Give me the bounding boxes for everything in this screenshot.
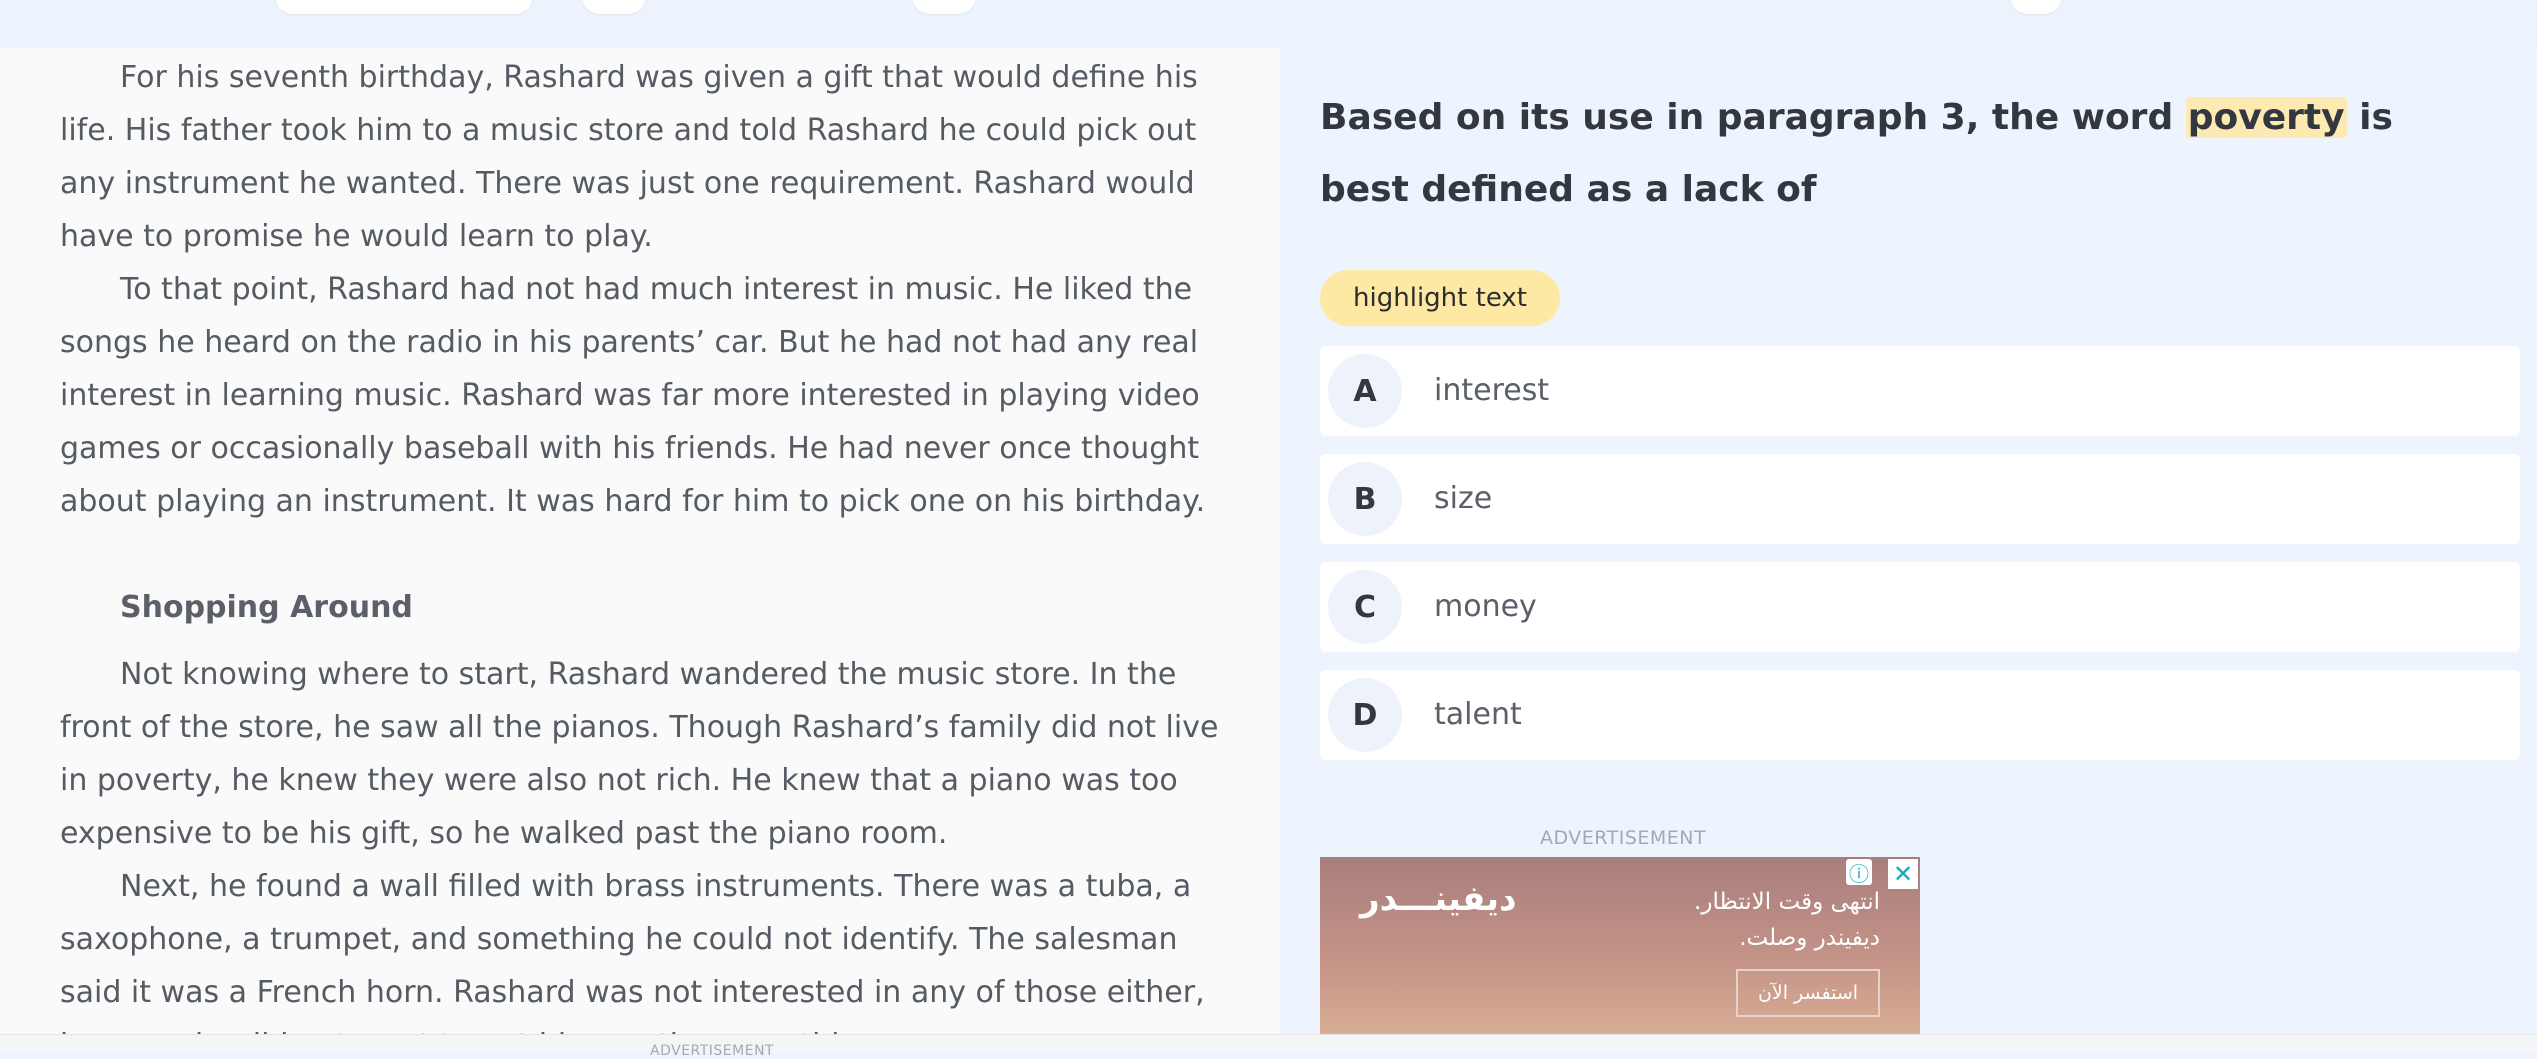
advertisement-label: ADVERTISEMENT <box>1540 827 1707 849</box>
choice-letter: C <box>1328 570 1402 644</box>
answer-choice-a[interactable]: A interest <box>1320 346 2520 436</box>
top-nav-button[interactable] <box>582 0 646 14</box>
top-nav-avatar[interactable] <box>2010 0 2062 14</box>
choice-text: interest <box>1434 373 1550 408</box>
passage-text: For his seventh birthday, Rashard was gi… <box>60 51 1220 1034</box>
answer-choice-c[interactable]: C money <box>1320 562 2520 652</box>
passage-paragraph-2: To that point, Rashard had not had much … <box>60 272 1206 519</box>
ad-subline: ديفيندر وصلت. <box>1739 925 1880 951</box>
passage-panel[interactable]: For his seventh birthday, Rashard was gi… <box>0 48 1280 1034</box>
highlight-text-button[interactable]: highlight text <box>1320 270 1560 326</box>
choice-text: money <box>1434 589 1537 624</box>
top-bar <box>0 0 2537 49</box>
choice-letter: A <box>1328 354 1402 428</box>
choice-text: size <box>1434 481 1493 516</box>
passage-paragraph-3: Not knowing where to start, Rashard wand… <box>60 657 1219 851</box>
question-text: Based on its use in paragraph 3, the wor… <box>1320 82 2480 226</box>
passage-paragraph-1: For his seventh birthday, Rashard was gi… <box>60 60 1198 254</box>
choice-letter: B <box>1328 462 1402 536</box>
ad-cta-button[interactable]: استفسر الآن <box>1736 969 1880 1017</box>
bottom-bar <box>0 1034 2537 1052</box>
top-nav-button[interactable] <box>912 0 976 14</box>
bottom-advertisement-label: ADVERTISEMENT <box>650 1043 775 1059</box>
highlighted-word: poverty <box>2185 97 2347 138</box>
question-prefix: Based on its use in paragraph 3, the wor… <box>1320 97 2186 138</box>
close-icon[interactable]: ✕ <box>1888 859 1918 889</box>
info-icon[interactable]: ⓘ <box>1846 859 1872 886</box>
ad-brand: ديفينـــدر <box>1360 879 1517 919</box>
answer-choice-d[interactable]: D talent <box>1320 670 2520 760</box>
section-heading: Shopping Around <box>120 590 413 625</box>
top-nav-pill[interactable] <box>275 0 533 14</box>
choice-letter: D <box>1328 678 1402 752</box>
choice-text: talent <box>1434 697 1522 732</box>
answer-choice-b[interactable]: B size <box>1320 454 2520 544</box>
advertisement-banner[interactable]: ديفينـــدر انتهى وقت الانتظار. ديفيندر و… <box>1320 857 1920 1034</box>
passage-paragraph-4: Next, he found a wall filled with brass … <box>60 869 1205 1034</box>
ad-headline: انتهى وقت الانتظار. <box>1694 889 1880 915</box>
